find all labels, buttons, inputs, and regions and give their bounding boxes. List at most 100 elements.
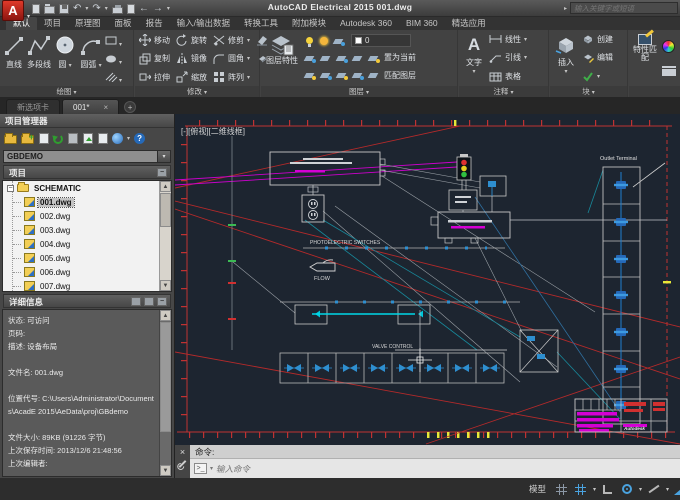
- scroll-thumb[interactable]: [160, 322, 171, 432]
- tree-item-dwg[interactable]: 001.dwg: [3, 195, 171, 209]
- new-drawing-plus-icon[interactable]: +: [124, 101, 136, 113]
- create-block-button[interactable]: 创建: [582, 31, 613, 47]
- preview-view-icon[interactable]: [144, 297, 154, 306]
- recent-commands-dropdown-icon[interactable]: ▾: [210, 465, 213, 472]
- copy-button[interactable]: 复制: [139, 50, 170, 68]
- tree-item-dwg[interactable]: 005.dwg: [3, 251, 171, 265]
- command-grip[interactable]: ×: [175, 445, 190, 478]
- table-button[interactable]: 表格: [489, 69, 527, 85]
- block-attributes-button[interactable]: ▾: [582, 69, 613, 85]
- command-customize-icon[interactable]: [179, 460, 187, 468]
- layer-lock-icon[interactable]: [352, 54, 363, 62]
- flow-arrow[interactable]: FLOW: [310, 260, 335, 282]
- junction-box[interactable]: [520, 330, 558, 372]
- layer-make-current-icon[interactable]: [368, 54, 379, 62]
- scroll-up-icon[interactable]: ▲: [160, 310, 171, 321]
- tab-featured-apps[interactable]: 精选应用: [445, 17, 493, 30]
- file-tab-new[interactable]: 新选项卡: [6, 99, 60, 114]
- tree-item-schematic-folder[interactable]: − SCHEMATIC: [3, 181, 171, 195]
- layer-off-icon[interactable]: [336, 54, 347, 62]
- drawing-canvas[interactable]: PHOTOELECTRIC SWITCHES FLOW VALVE CONTRO…: [175, 114, 680, 445]
- grid-display-icon[interactable]: [555, 482, 569, 496]
- socket-symbol[interactable]: [302, 185, 324, 222]
- layers-panel-footer[interactable]: 图层 ▾: [261, 86, 457, 97]
- drawing-area[interactable]: [-][俯视][二维线框]: [175, 114, 680, 445]
- layer-unlock-all-icon[interactable]: [352, 71, 363, 79]
- model-space-button[interactable]: 模型: [525, 481, 550, 497]
- ortho-mode-icon[interactable]: [601, 482, 615, 496]
- project-task-list-icon[interactable]: [68, 133, 78, 144]
- outlet-terminal-strip[interactable]: Outlet Terminal: [600, 156, 665, 424]
- new-drawing-icon[interactable]: [39, 133, 49, 144]
- new-project-icon[interactable]: [4, 135, 17, 144]
- layer-thaw-all-icon[interactable]: [320, 71, 331, 79]
- details-collapse-icon[interactable]: −: [157, 297, 167, 306]
- stretch-button[interactable]: 拉伸: [139, 68, 170, 86]
- file-tab-close-icon[interactable]: ×: [103, 100, 108, 115]
- dimension-linear-button[interactable]: 线性▾: [489, 31, 527, 47]
- viewport-controls-label[interactable]: [-][俯视][二维线框]: [181, 126, 245, 137]
- snap-mode-icon[interactable]: [574, 482, 588, 496]
- text-button[interactable]: A 文字 ▾: [462, 30, 486, 86]
- isodraft-icon[interactable]: [647, 482, 661, 496]
- arc-button[interactable]: 圆弧 ▾: [79, 30, 103, 86]
- tab-autodesk360[interactable]: Autodesk 360: [333, 17, 399, 30]
- title-block[interactable]: Autodesk: [575, 399, 667, 432]
- trim-button[interactable]: 修剪▾: [213, 31, 250, 49]
- object-snap-dropdown-icon[interactable]: ▾: [639, 486, 642, 493]
- layer-isolate-icon[interactable]: [304, 54, 315, 62]
- mirror-button[interactable]: 镜像: [176, 50, 207, 68]
- publish-web-icon[interactable]: [112, 133, 123, 144]
- color-wheel-icon[interactable]: [662, 40, 675, 53]
- drawing-list-report-icon[interactable]: [98, 133, 108, 144]
- projects-section-header[interactable]: 项目 −: [3, 165, 171, 179]
- tab-addins[interactable]: 附加模块: [285, 17, 333, 30]
- layer-match-icon[interactable]: [368, 71, 379, 79]
- array-button[interactable]: 阵列▾: [213, 68, 250, 86]
- tab-panel[interactable]: 面板: [108, 17, 139, 30]
- command-input[interactable]: [216, 464, 680, 474]
- rotate-button[interactable]: 旋转: [176, 31, 207, 49]
- tree-expander-icon[interactable]: −: [7, 185, 14, 192]
- snap-dropdown-icon[interactable]: ▾: [593, 486, 596, 493]
- plot-publish-icon[interactable]: [83, 133, 93, 144]
- layer-select-combo[interactable]: 0: [351, 34, 411, 47]
- lineweight-icon[interactable]: [662, 66, 676, 76]
- tree-item-dwg[interactable]: 007.dwg: [3, 279, 171, 292]
- project-combo-dropdown-icon[interactable]: ▾: [157, 151, 170, 162]
- command-close-icon[interactable]: ×: [175, 447, 190, 457]
- circle-button[interactable]: 圆 ▾: [53, 30, 77, 86]
- control-panel-box[interactable]: [270, 152, 385, 185]
- edit-block-button[interactable]: 编辑: [582, 50, 613, 66]
- component-boxes[interactable]: [431, 176, 667, 243]
- layer-freeze-icon[interactable]: [320, 54, 331, 62]
- tree-item-dwg[interactable]: 002.dwg: [3, 209, 171, 223]
- stack-light-symbol[interactable]: [457, 154, 471, 190]
- layer-unisolate-icon[interactable]: [304, 71, 315, 79]
- search-input[interactable]: [570, 2, 678, 14]
- line-button[interactable]: 直线: [3, 30, 25, 86]
- tab-conversion[interactable]: 转换工具: [237, 17, 285, 30]
- scroll-down-icon[interactable]: ▼: [160, 280, 171, 291]
- tab-project[interactable]: 项目: [37, 17, 68, 30]
- ellipse-tool-icon[interactable]: ▾: [105, 51, 122, 69]
- project-combo[interactable]: GBDEMO ▾: [3, 150, 171, 163]
- tree-item-dwg[interactable]: 004.dwg: [3, 237, 171, 251]
- help-icon[interactable]: ?: [134, 133, 145, 144]
- tree-item-dwg[interactable]: 003.dwg: [3, 223, 171, 237]
- layer-thaw-icon[interactable]: [320, 37, 328, 45]
- scale-button[interactable]: 缩放: [176, 68, 207, 86]
- isodraft-dropdown-icon[interactable]: ▾: [666, 486, 669, 493]
- layer-on-icon[interactable]: [306, 37, 313, 44]
- app-menu-button[interactable]: A▾: [2, 0, 24, 21]
- draw-panel-footer[interactable]: 绘图 ▾: [0, 86, 133, 97]
- rectangle-tool-icon[interactable]: ▾: [105, 33, 122, 51]
- object-snap-icon[interactable]: [620, 482, 634, 496]
- scroll-down-icon[interactable]: ▼: [160, 465, 171, 476]
- file-tab-001[interactable]: 001* ×: [62, 99, 119, 114]
- scroll-up-icon[interactable]: ▲: [160, 181, 171, 192]
- tab-schematic[interactable]: 原理图: [68, 17, 108, 30]
- tab-bim360[interactable]: BIM 360: [399, 17, 445, 30]
- match-properties-button[interactable]: 特性匹配: [632, 30, 658, 86]
- refresh-icon[interactable]: [53, 134, 63, 144]
